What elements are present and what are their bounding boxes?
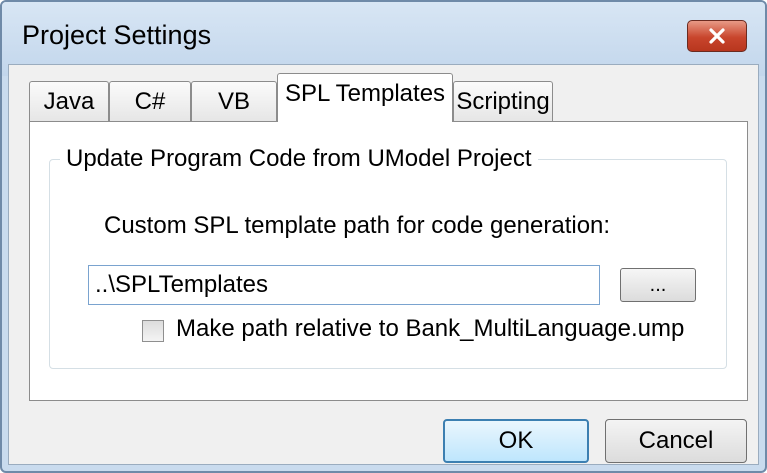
dialog-client-area: Java C# VB SPL Templates Scripting Updat… (8, 64, 759, 465)
tab-vb[interactable]: VB (191, 81, 277, 121)
tab-spl-templates[interactable]: SPL Templates (277, 73, 453, 122)
tab-csharp[interactable]: C# (109, 81, 191, 121)
browse-button[interactable]: ... (620, 268, 696, 302)
close-button[interactable] (687, 20, 747, 52)
ok-button[interactable]: OK (443, 419, 589, 463)
tab-label: Scripting (456, 87, 550, 115)
groupbox-title: Update Program Code from UModel Project (60, 145, 538, 173)
dialog-title: Project Settings (22, 20, 212, 50)
close-icon (709, 28, 725, 44)
project-settings-dialog: Project Settings Java C# VB SPL Template… (0, 0, 767, 473)
make-path-relative-label[interactable]: Make path relative to Bank_MultiLanguage… (176, 315, 684, 343)
tab-label: SPL Templates (284, 80, 446, 107)
tab-java[interactable]: Java (29, 81, 109, 121)
ok-button-label: OK (498, 427, 534, 454)
tab-scripting[interactable]: Scripting (453, 81, 553, 121)
tab-label: VB (217, 87, 250, 115)
tab-label: Java (43, 87, 95, 115)
browse-button-label: ... (649, 273, 667, 296)
template-path-label: Custom SPL template path for code genera… (104, 212, 611, 239)
cancel-button[interactable]: Cancel (605, 419, 747, 463)
cancel-button-label: Cancel (638, 427, 714, 454)
make-path-relative-checkbox[interactable] (142, 320, 164, 342)
template-path-input[interactable] (88, 265, 600, 305)
tab-label: C# (134, 87, 166, 115)
update-code-groupbox: Update Program Code from UModel Project … (49, 145, 727, 369)
